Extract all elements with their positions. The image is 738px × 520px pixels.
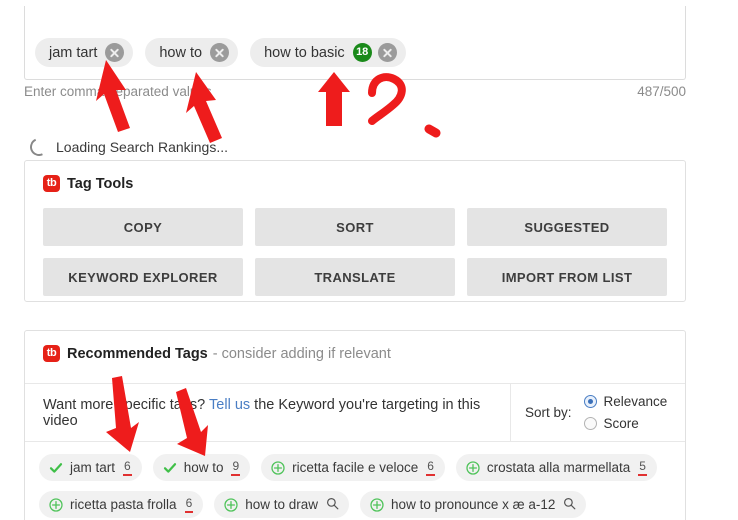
recommended-chip-ricetta-pasta-frolla[interactable]: ricetta pasta frolla 6 [39,491,203,518]
tag-chip-label: how to basic [264,45,345,61]
recommended-chip-how-to[interactable]: how to 9 [153,454,250,481]
plus-circle-icon[interactable] [49,498,63,512]
recommended-chip-row: ricetta pasta frolla 6 how to draw [39,491,685,518]
loading-label: Loading Search Rankings... [56,139,228,155]
arrow-up-how-to-basic [318,72,350,126]
sort-by-control: Sort by: Relevance Score [510,384,685,441]
tubebuddy-tag-panel: tart recipe easy italian dessert recipes… [0,0,738,520]
sort-option-label: Score [604,416,639,431]
recommended-top-bar: Want more specific tags? Tell us the Key… [25,383,685,442]
close-icon[interactable] [378,43,397,62]
translate-button[interactable]: TRANSLATE [255,258,455,296]
suggested-button[interactable]: SUGGESTED [467,208,667,246]
recommended-chip-label: how to pronounce x æ a-12 [391,497,555,512]
recommended-chip-label: how to draw [245,497,318,512]
tag-chip-row: jam tart how to how to basic 18 [35,38,418,67]
recommended-chip-row: jam tart 6 how to 9 rice [39,454,685,481]
tag-rank-badge: 18 [353,43,372,62]
import-from-list-button[interactable]: IMPORT FROM LIST [467,258,667,296]
recommended-chip-score: 6 [185,497,194,513]
tag-tools-header: tb Tag Tools [25,161,685,192]
keyword-prompt: Want more specific tags? Tell us the Key… [25,397,510,429]
tell-us-link[interactable]: Tell us [209,397,250,413]
recommended-chip-label: jam tart [70,460,115,475]
recommended-chip-score: 6 [426,460,435,476]
recommended-tags-header: tb Recommended Tags - consider adding if… [25,331,685,362]
recommended-tags-title: Recommended Tags [67,346,208,362]
recommended-chip-label: how to [184,460,224,475]
radio-icon[interactable] [584,417,597,430]
tag-tools-panel: tb Tag Tools COPY SORT SUGGESTED KEYWORD… [24,160,686,302]
loading-status: Loading Search Rankings... [30,138,228,156]
recommended-chip-how-to-pronounce[interactable]: how to pronounce x æ a-12 [360,491,586,518]
sort-radio-group: Relevance Score [584,394,668,431]
search-icon[interactable] [563,497,576,513]
tag-chip-label: jam tart [49,45,97,61]
sort-by-label: Sort by: [525,405,572,420]
recommended-tags-panel: tb Recommended Tags - consider adding if… [24,330,686,520]
radio-icon[interactable] [584,395,597,408]
recommended-chip-score: 9 [231,460,240,476]
close-icon[interactable] [105,43,124,62]
check-icon [49,461,63,475]
tag-chip-how-to[interactable]: how to [145,38,238,67]
input-hint-row: Enter comma-separated values 487/500 [24,84,686,99]
recommended-chip-label: crostata alla marmellata [487,460,630,475]
check-icon [163,461,177,475]
arrow-up-how-to [186,72,222,143]
recommended-tags-subtitle: - consider adding if relevant [213,346,391,362]
plus-circle-icon[interactable] [271,461,285,475]
recommended-chip-crostata-alla-marmellata[interactable]: crostata alla marmellata 5 [456,454,657,481]
recommended-chip-score: 6 [123,460,132,476]
recommended-chip-area: jam tart 6 how to 9 rice [25,442,685,518]
search-icon[interactable] [326,497,339,513]
tag-chip-label: how to [159,45,202,61]
recommended-chip-how-to-draw[interactable]: how to draw [214,491,349,518]
input-hint-text: Enter comma-separated values [24,84,212,99]
recommended-chip-ricetta-facile-e-veloce[interactable]: ricetta facile e veloce 6 [261,454,445,481]
recommended-chip-score: 5 [638,460,647,476]
keyword-prompt-prefix: Want more specific tags? [43,397,205,413]
sort-option-label: Relevance [604,394,668,409]
recommended-chip-label: ricetta pasta frolla [70,497,177,512]
sort-option-relevance[interactable]: Relevance [584,394,668,409]
keyword-explorer-button[interactable]: KEYWORD EXPLORER [43,258,243,296]
copy-button[interactable]: COPY [43,208,243,246]
plus-circle-icon[interactable] [224,498,238,512]
recommended-chip-label: ricetta facile e veloce [292,460,418,475]
tubebuddy-logo-icon: tb [43,345,60,362]
tubebuddy-logo-icon: tb [43,175,60,192]
tag-tools-title: Tag Tools [67,176,133,192]
spinner-icon [27,135,50,158]
plus-circle-icon[interactable] [370,498,384,512]
recommended-chip-jam-tart[interactable]: jam tart 6 [39,454,142,481]
tags-input-field[interactable]: jam tart how to how to basic 18 [24,6,686,80]
character-counter: 487/500 [637,84,686,99]
tag-chip-how-to-basic[interactable]: how to basic 18 [250,38,406,67]
tag-tools-button-grid: COPY SORT SUGGESTED KEYWORD EXPLORER TRA… [25,192,685,296]
plus-circle-icon[interactable] [466,461,480,475]
sort-option-score[interactable]: Score [584,416,668,431]
recommended-tags-body: Want more specific tags? Tell us the Key… [25,383,685,520]
close-icon[interactable] [210,43,229,62]
sort-button[interactable]: SORT [255,208,455,246]
tag-chip-jam-tart[interactable]: jam tart [35,38,133,67]
